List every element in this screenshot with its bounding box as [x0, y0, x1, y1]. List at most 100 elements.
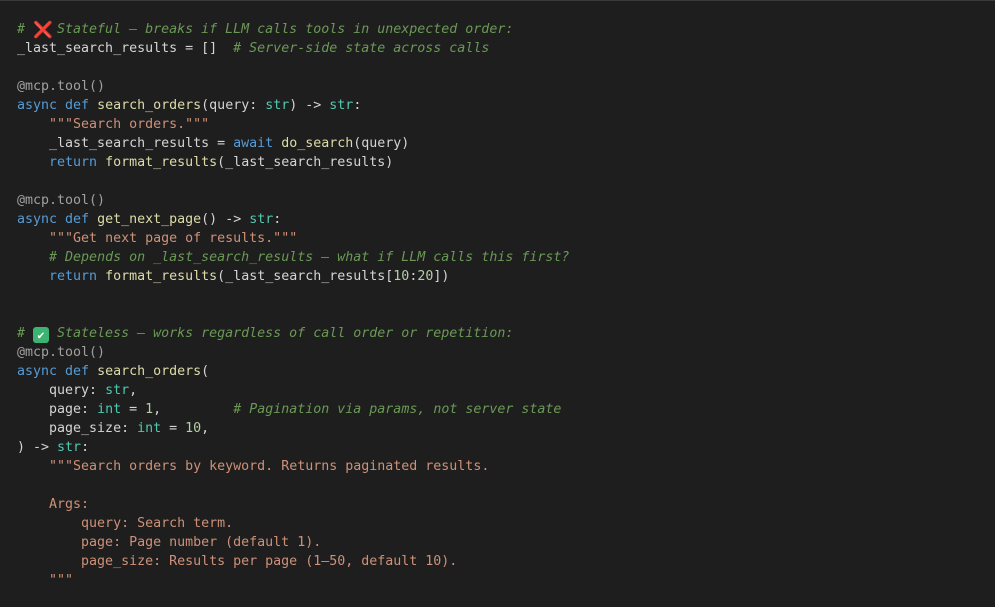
code-token-number: 10: [393, 269, 410, 284]
code-line: @mcp.tool(): [17, 77, 569, 96]
code-token-plain: (: [201, 364, 210, 379]
code-token-plain: (_last_search_results): [217, 155, 394, 170]
code-token-func: do_search: [281, 136, 354, 151]
code-token-string: page_size: Results per page (1–50, defau…: [17, 554, 458, 569]
code-token-plain: =: [161, 421, 186, 436]
code-token-func: format_results: [105, 269, 218, 284]
code-line: return format_results(_last_search_resul…: [17, 153, 569, 172]
code-token-keyword: async: [17, 98, 58, 113]
code-token-keyword: def: [65, 98, 90, 113]
code-token-keyword: def: [65, 364, 90, 379]
code-token-plain: ) ->: [289, 98, 330, 113]
code-token-string: """Search orders by keyword. Returns pag…: [49, 459, 490, 474]
code-token-plain: (query:: [201, 98, 266, 113]
code-token-plain: :: [353, 98, 362, 113]
cross-mark-icon: ❌: [33, 20, 53, 39]
code-line: _last_search_results = [] # Server-side …: [17, 39, 569, 58]
code-token-plain: ,: [129, 383, 138, 398]
code-token-plain: ]): [433, 269, 450, 284]
code-token-plain: ) ->: [17, 440, 58, 455]
code-line: # Depends on _last_search_results — what…: [17, 248, 569, 267]
code-token-type: str: [105, 383, 130, 398]
code-token-type: int: [97, 402, 122, 417]
code-line: page: int = 1, # Pagination via params, …: [17, 400, 569, 419]
code-token-func: search_orders: [97, 364, 202, 379]
code-token-plain: _last_search_results = []: [17, 41, 234, 56]
code-line: _last_search_results = await do_search(q…: [17, 134, 569, 153]
code-line: async def search_orders(: [17, 362, 569, 381]
check-box-icon: ✔: [33, 327, 50, 343]
code-token-plain: query:: [17, 383, 106, 398]
code-token-comment: # Pagination via params, not server stat…: [233, 402, 562, 417]
code-token-type: str: [249, 212, 274, 227]
code-token-plain: page_size:: [17, 421, 138, 436]
code-token-plain: (_last_search_results[: [217, 269, 394, 284]
code-token-keyword: async: [17, 212, 58, 227]
code-token-type: int: [137, 421, 162, 436]
code-line: page_size: int = 10,: [17, 419, 569, 438]
code-token-string: """: [17, 573, 74, 588]
code-token-type: str: [265, 98, 290, 113]
code-token-plain: page:: [17, 402, 98, 417]
code-token-plain: (query): [353, 136, 410, 151]
code-token-string: """Get next page of results.""": [49, 231, 298, 246]
code-token-decorator: @mcp.tool(): [17, 345, 106, 360]
code-token-keyword: def: [65, 212, 90, 227]
code-line: @mcp.tool(): [17, 343, 569, 362]
code-line: # ❌ Stateful — breaks if LLM calls tools…: [17, 20, 569, 39]
code-token-string: query: Search term.: [17, 516, 234, 531]
code-token-plain: () ->: [201, 212, 250, 227]
code-token-type: str: [57, 440, 82, 455]
code-token-control: await: [233, 136, 274, 151]
code-line: @mcp.tool(): [17, 191, 569, 210]
code-token-number: 20: [417, 269, 434, 284]
code-line: async def search_orders(query: str) -> s…: [17, 96, 569, 115]
code-token-plain: :: [273, 212, 282, 227]
code-line: page: Page number (default 1).: [17, 533, 569, 552]
code-token-plain: :: [81, 440, 90, 455]
code-token-comment: # Depends on _last_search_results — what…: [49, 250, 570, 265]
code-token-number: 1: [145, 402, 154, 417]
code-token-string: """Search orders.""": [49, 117, 210, 132]
code-token-keyword: async: [17, 364, 58, 379]
code-token-decorator: @mcp.tool(): [17, 79, 106, 94]
code-token-func: get_next_page: [97, 212, 202, 227]
code-token-control: return: [49, 155, 98, 170]
code-block: # ❌ Stateful — breaks if LLM calls tools…: [17, 20, 569, 590]
code-token-string: page: Page number (default 1).: [17, 535, 322, 550]
code-line: query: Search term.: [17, 514, 569, 533]
code-token-plain: ,: [153, 402, 234, 417]
code-token-plain: =: [121, 402, 146, 417]
code-token-number: 10: [185, 421, 202, 436]
code-token-comment: #: [17, 326, 34, 341]
code-line: # ✔ Stateless — works regardless of call…: [17, 324, 569, 343]
code-token-plain: _last_search_results =: [17, 136, 234, 151]
code-line: query: str,: [17, 381, 569, 400]
code-line: ) -> str:: [17, 438, 569, 457]
code-line: Args:: [17, 495, 569, 514]
code-token-type: str: [329, 98, 354, 113]
code-token-comment: Stateful — breaks if LLM calls tools in …: [49, 22, 514, 37]
code-token-func: format_results: [105, 155, 218, 170]
code-token-comment: #: [17, 22, 34, 37]
code-line: """: [17, 571, 569, 590]
code-token-control: return: [49, 269, 98, 284]
